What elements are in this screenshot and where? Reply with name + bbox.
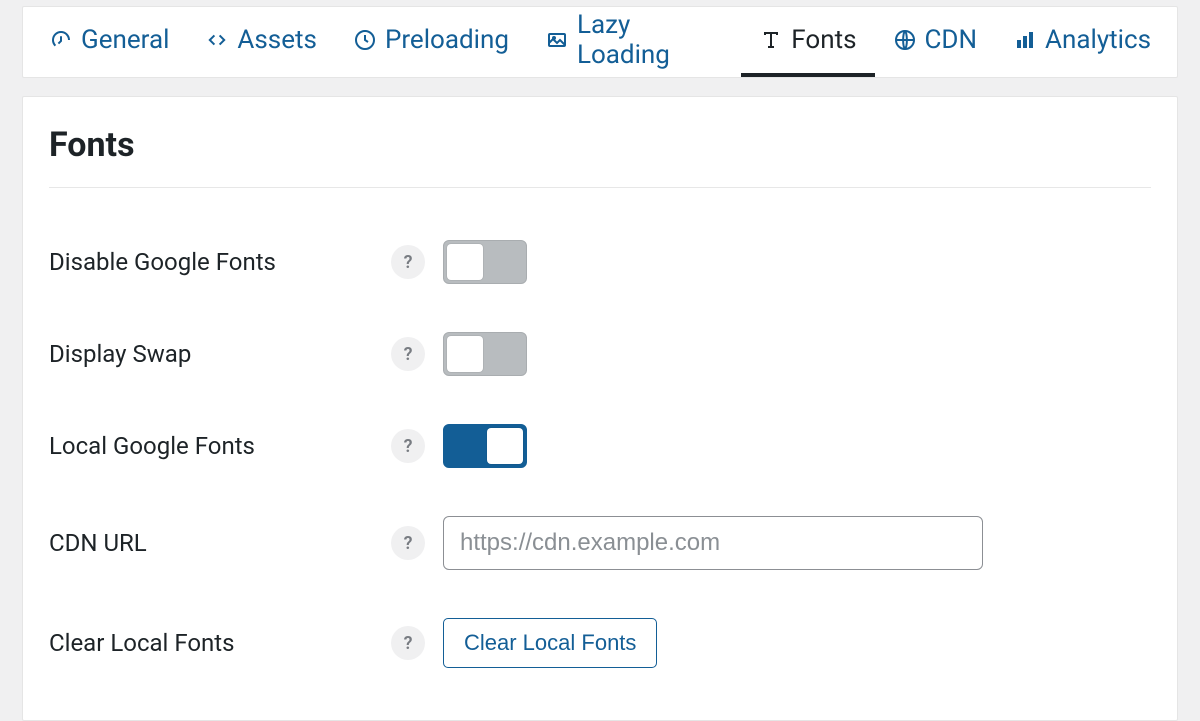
row-label: Clear Local Fonts — [49, 629, 391, 657]
tab-label: Lazy Loading — [577, 10, 723, 70]
toggle-display-swap[interactable] — [443, 332, 527, 376]
row-label: Disable Google Fonts — [49, 248, 391, 276]
tab-fonts[interactable]: Fonts — [741, 7, 874, 77]
globe-icon — [893, 28, 917, 52]
tab-preloading[interactable]: Preloading — [335, 7, 527, 77]
clear-local-fonts-button[interactable]: Clear Local Fonts — [443, 618, 657, 668]
tab-label: CDN — [925, 25, 978, 55]
help-icon[interactable]: ? — [391, 626, 425, 660]
row-cdn-url: CDN URL ? — [49, 492, 1151, 594]
font-icon — [759, 28, 783, 52]
row-label: Local Google Fonts — [49, 432, 391, 460]
panel-title: Fonts — [49, 125, 1151, 188]
tab-label: Preloading — [385, 25, 509, 55]
fonts-panel: Fonts Disable Google Fonts ? Display Swa… — [22, 96, 1178, 721]
gauge-icon — [49, 28, 73, 52]
row-clear-local-fonts: Clear Local Fonts ? Clear Local Fonts — [49, 594, 1151, 692]
row-label: CDN URL — [49, 529, 391, 557]
toggle-disable-google-fonts[interactable] — [443, 240, 527, 284]
help-icon[interactable]: ? — [391, 526, 425, 560]
help-icon[interactable]: ? — [391, 429, 425, 463]
row-disable-google-fonts: Disable Google Fonts ? — [49, 216, 1151, 308]
tab-label: General — [81, 25, 169, 55]
bars-icon — [1013, 28, 1037, 52]
tab-label: Assets — [237, 25, 317, 55]
images-icon — [545, 28, 569, 52]
row-display-swap: Display Swap ? — [49, 308, 1151, 400]
toggle-local-google-fonts[interactable] — [443, 424, 527, 468]
tab-label: Fonts — [791, 25, 856, 55]
clock-icon — [353, 28, 377, 52]
row-label: Display Swap — [49, 340, 391, 368]
toggle-knob — [487, 428, 523, 464]
tab-assets[interactable]: Assets — [187, 7, 335, 77]
tabs-bar: General Assets Preloading Lazy Loading F… — [22, 6, 1178, 78]
tab-label: Analytics — [1045, 25, 1151, 55]
help-icon[interactable]: ? — [391, 245, 425, 279]
tab-lazy-loading[interactable]: Lazy Loading — [527, 7, 741, 77]
tab-analytics[interactable]: Analytics — [995, 7, 1169, 77]
toggle-knob — [447, 244, 483, 280]
cdn-url-input[interactable] — [443, 516, 983, 570]
tab-cdn[interactable]: CDN — [875, 7, 996, 77]
code-icon — [205, 28, 229, 52]
help-icon[interactable]: ? — [391, 337, 425, 371]
row-local-google-fonts: Local Google Fonts ? — [49, 400, 1151, 492]
toggle-knob — [447, 336, 483, 372]
tab-general[interactable]: General — [31, 7, 187, 77]
